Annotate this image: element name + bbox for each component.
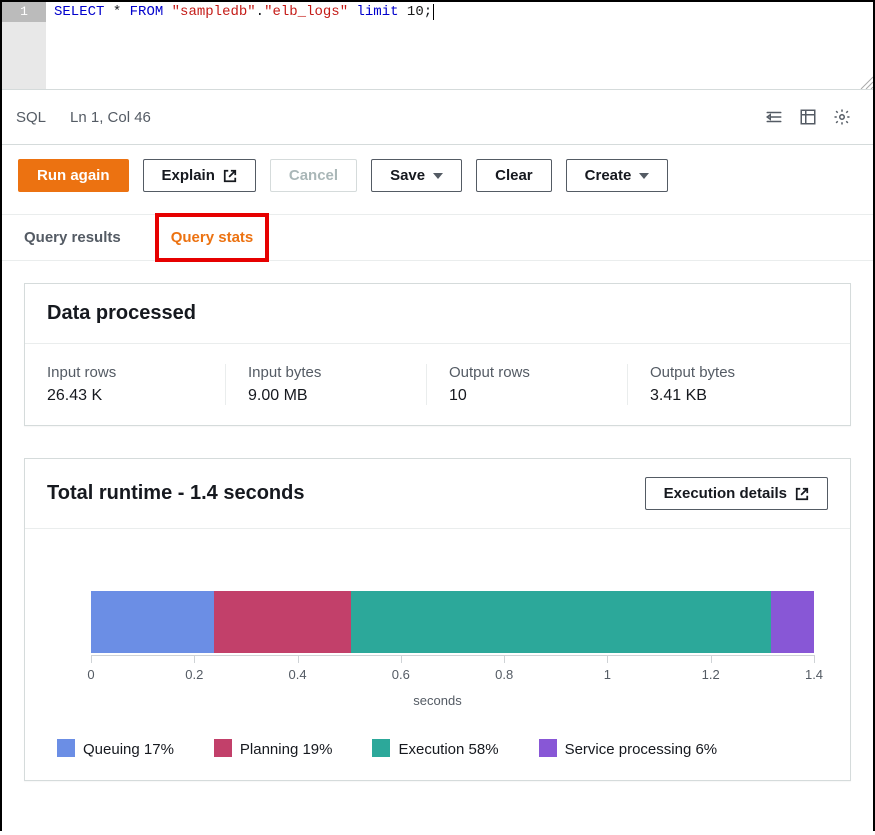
x-tick — [194, 655, 195, 663]
metric-input-rows: Input rows 26.43 K — [47, 364, 225, 405]
query-toolbar: Run again Explain Cancel Save Clear Crea… — [2, 145, 873, 215]
editor-statusbar: SQL Ln 1, Col 46 — [2, 90, 873, 145]
bar-segment-execution — [351, 591, 770, 653]
create-button[interactable]: Create — [566, 159, 669, 192]
clear-button[interactable]: Clear — [476, 159, 552, 192]
bar-segment-queuing — [91, 591, 214, 653]
total-runtime-card: Total runtime - 1.4 seconds Execution de… — [24, 458, 851, 781]
cursor-position: Ln 1, Col 46 — [70, 109, 151, 126]
x-tick — [607, 655, 608, 663]
run-button[interactable]: Run again — [18, 159, 129, 192]
external-link-icon — [223, 169, 237, 183]
legend-execution: Execution 58% — [372, 739, 498, 758]
x-tick-label: 1.2 — [702, 667, 720, 682]
x-tick — [401, 655, 402, 663]
bar-segment-planning — [214, 591, 351, 653]
data-processed-card: Data processed Input rows 26.43 K Input … — [24, 283, 851, 426]
caret-down-icon — [639, 173, 649, 179]
tab-query-stats[interactable]: Query stats — [157, 215, 268, 260]
legend-planning: Planning 19% — [214, 739, 333, 758]
x-axis-line — [91, 655, 814, 656]
editor-gutter: 1 — [2, 2, 46, 89]
result-tabs: Query results Query stats — [2, 215, 873, 261]
x-tick-label: 1.4 — [805, 667, 823, 682]
line-number: 1 — [2, 2, 46, 22]
x-tick — [711, 655, 712, 663]
stacked-bar — [91, 591, 814, 653]
metric-output-bytes: Output bytes 3.41 KB — [627, 364, 828, 405]
legend-service: Service processing 6% — [539, 739, 718, 758]
explain-label: Explain — [162, 167, 215, 184]
explain-button[interactable]: Explain — [143, 159, 256, 192]
language-indicator: SQL — [16, 109, 46, 126]
stats-content: Data processed Input rows 26.43 K Input … — [2, 261, 873, 835]
layout-icon[interactable] — [791, 100, 825, 134]
caret-down-icon — [433, 173, 443, 179]
save-label: Save — [390, 167, 425, 184]
runtime-chart: seconds 00.20.40.60.811.21.4 — [57, 555, 818, 721]
sql-editor[interactable]: 1 SELECT * FROM "sampledb"."elb_logs" li… — [2, 2, 873, 90]
bar-segment-service-processing — [771, 591, 814, 653]
data-processed-title: Data processed — [47, 302, 196, 325]
metric-output-rows: Output rows 10 — [426, 364, 627, 405]
tab-query-results[interactable]: Query results — [20, 215, 125, 260]
external-link-icon — [795, 487, 809, 501]
gear-icon[interactable] — [825, 100, 859, 134]
x-tick-label: 1 — [604, 667, 611, 682]
create-label: Create — [585, 167, 632, 184]
x-tick — [298, 655, 299, 663]
format-icon[interactable] — [757, 100, 791, 134]
x-tick — [814, 655, 815, 663]
legend-queuing: Queuing 17% — [57, 739, 174, 758]
x-tick-label: 0.4 — [289, 667, 307, 682]
x-tick-label: 0.6 — [392, 667, 410, 682]
x-tick-label: 0 — [87, 667, 94, 682]
x-tick-label: 0.8 — [495, 667, 513, 682]
x-axis-label: seconds — [57, 693, 818, 708]
save-button[interactable]: Save — [371, 159, 462, 192]
x-tick-label: 0.2 — [185, 667, 203, 682]
x-tick — [504, 655, 505, 663]
editor-code-line[interactable]: SELECT * FROM "sampledb"."elb_logs" limi… — [46, 2, 873, 22]
metric-input-bytes: Input bytes 9.00 MB — [225, 364, 426, 405]
cancel-button: Cancel — [270, 159, 357, 192]
chart-legend: Queuing 17% Planning 19% Execution 58% S… — [57, 731, 818, 766]
total-runtime-title: Total runtime - 1.4 seconds — [47, 482, 304, 505]
execution-details-button[interactable]: Execution details — [645, 477, 828, 510]
resize-handle-icon[interactable] — [859, 75, 873, 89]
x-tick — [91, 655, 92, 663]
